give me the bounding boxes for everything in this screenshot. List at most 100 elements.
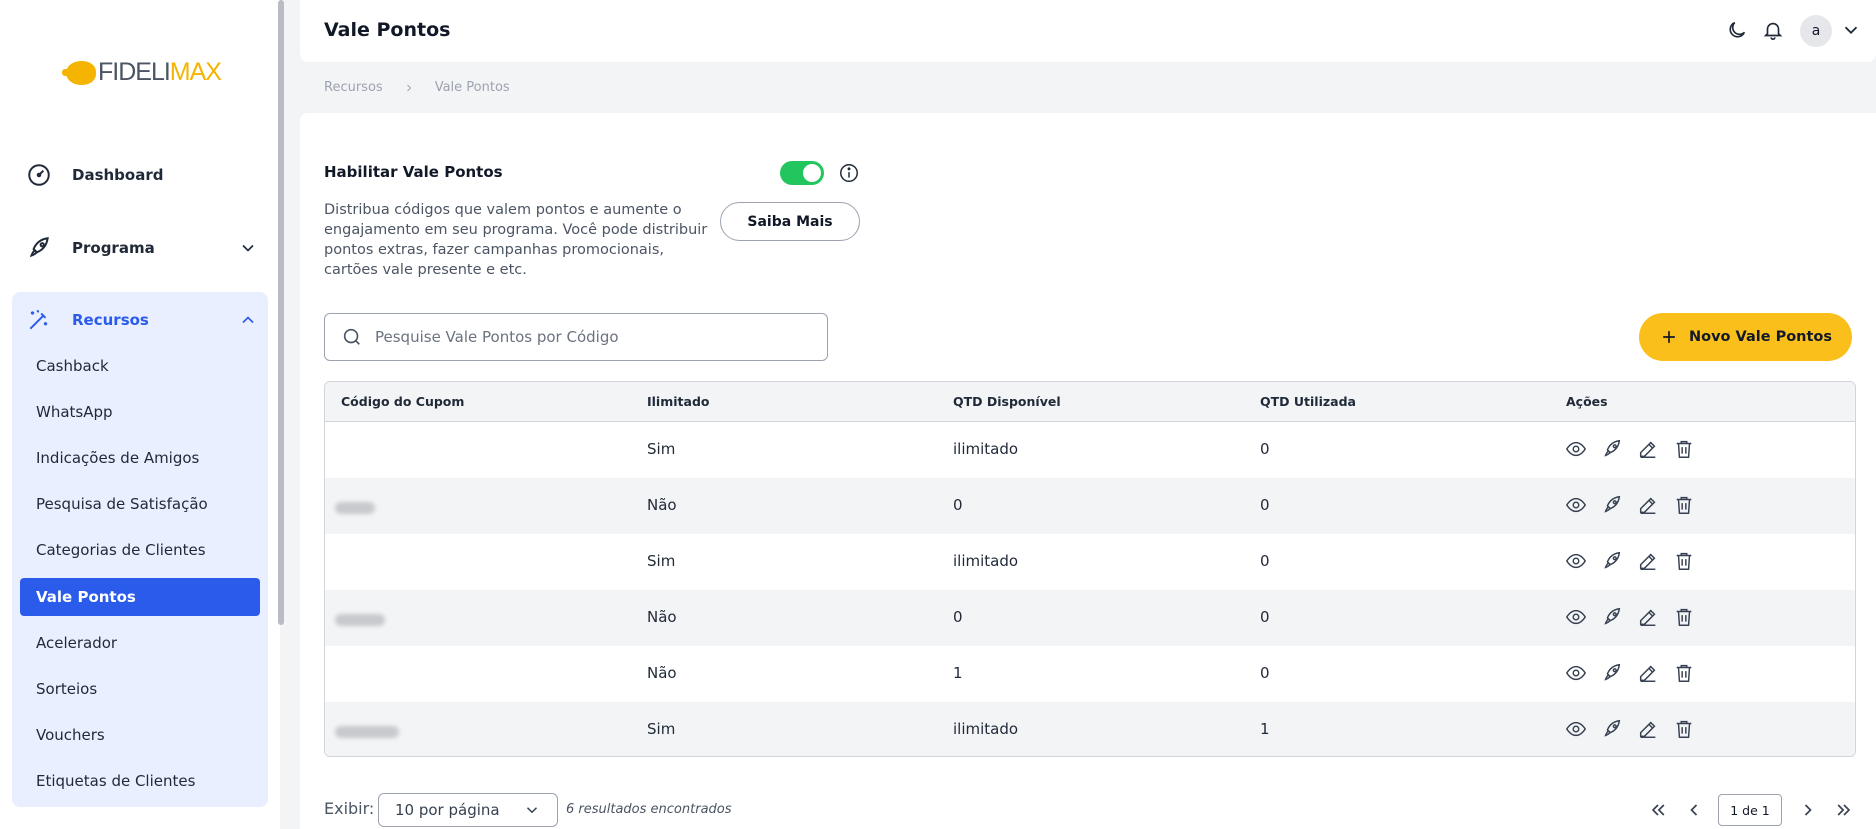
sidebar-item-whatsapp[interactable]: WhatsApp bbox=[36, 403, 113, 421]
column-header-acoes: Ações bbox=[1566, 394, 1608, 409]
column-header-disponivel[interactable]: QTD Disponível bbox=[953, 394, 1061, 409]
cell-utilizada: 0 bbox=[1260, 440, 1270, 458]
row-actions bbox=[1565, 438, 1695, 460]
logo-text-max: MAX bbox=[169, 58, 222, 86]
chevron-down-icon[interactable] bbox=[238, 238, 258, 258]
rocket-icon[interactable] bbox=[1601, 606, 1623, 628]
pencil-icon[interactable] bbox=[1637, 438, 1659, 460]
row-actions bbox=[1565, 718, 1695, 740]
bell-icon[interactable] bbox=[1762, 19, 1784, 41]
table-row: Sim ilimitado 1 bbox=[325, 702, 1855, 756]
table-row: Não 0 0 bbox=[325, 590, 1855, 646]
eye-icon[interactable] bbox=[1565, 550, 1587, 572]
chevron-up-icon[interactable] bbox=[238, 310, 258, 330]
pencil-icon[interactable] bbox=[1637, 494, 1659, 516]
trash-icon[interactable] bbox=[1673, 550, 1695, 572]
cell-ilimitado: Não bbox=[647, 608, 677, 626]
cell-ilimitado: Sim bbox=[647, 440, 676, 458]
search-field[interactable] bbox=[324, 313, 828, 361]
sidebar-item-programa[interactable]: Programa bbox=[26, 235, 155, 261]
chevron-down-icon[interactable] bbox=[1840, 19, 1862, 41]
column-header-codigo[interactable]: Código do Cupom bbox=[341, 394, 464, 409]
search-icon bbox=[343, 328, 360, 345]
enable-toggle[interactable] bbox=[780, 161, 824, 185]
rocket-icon[interactable] bbox=[1601, 494, 1623, 516]
moon-icon[interactable] bbox=[1726, 19, 1748, 41]
novo-button-label: Novo Vale Pontos bbox=[1688, 329, 1833, 345]
trash-icon[interactable] bbox=[1673, 606, 1695, 628]
cell-ilimitado: Sim bbox=[647, 552, 676, 570]
info-icon[interactable] bbox=[838, 162, 860, 184]
page-indicator[interactable]: 1 de 1 bbox=[1718, 794, 1782, 826]
pencil-icon[interactable] bbox=[1637, 662, 1659, 684]
sidebar-item-acelerador[interactable]: Acelerador bbox=[36, 634, 117, 652]
redacted-code bbox=[335, 502, 375, 514]
trash-icon[interactable] bbox=[1673, 494, 1695, 516]
cell-utilizada: 0 bbox=[1260, 664, 1270, 682]
eye-icon[interactable] bbox=[1565, 718, 1587, 740]
eye-icon[interactable] bbox=[1565, 494, 1587, 516]
sidebar-item-cashback[interactable]: Cashback bbox=[36, 357, 109, 375]
enable-label: Habilitar Vale Pontos bbox=[324, 163, 503, 181]
rocket-icon[interactable] bbox=[1601, 550, 1623, 572]
piggy-bank-icon bbox=[62, 60, 96, 85]
cell-disponivel: ilimitado bbox=[953, 552, 1019, 570]
sidebar-item-label: Recursos bbox=[72, 311, 149, 329]
row-actions bbox=[1565, 606, 1695, 628]
row-actions bbox=[1565, 662, 1695, 684]
table-row: Não 1 0 bbox=[325, 646, 1855, 702]
last-page-icon[interactable] bbox=[1834, 800, 1854, 820]
sidebar-scrollbar[interactable] bbox=[278, 0, 284, 625]
first-page-icon[interactable] bbox=[1648, 800, 1668, 820]
sidebar-item-dashboard[interactable]: Dashboard bbox=[26, 162, 163, 188]
sidebar-item-vouchers[interactable]: Vouchers bbox=[36, 726, 105, 744]
column-header-utilizada[interactable]: QTD Utilizada bbox=[1260, 394, 1356, 409]
cell-disponivel: ilimitado bbox=[953, 720, 1019, 738]
top-header: Vale Pontos a bbox=[300, 0, 1876, 62]
sidebar-item-sorteios[interactable]: Sorteios bbox=[36, 680, 97, 698]
table-header: Código do Cupom Ilimitado QTD Disponível… bbox=[325, 382, 1855, 422]
rocket-icon[interactable] bbox=[1601, 718, 1623, 740]
cell-utilizada: 1 bbox=[1260, 720, 1270, 738]
sidebar: FIDELIMAX Dashboard Programa Recursos Ca… bbox=[0, 0, 280, 829]
row-actions bbox=[1565, 550, 1695, 572]
trash-icon[interactable] bbox=[1673, 438, 1695, 460]
sidebar-item-vale-pontos[interactable]: Vale Pontos bbox=[36, 588, 136, 606]
per-page-select[interactable]: 10 por página bbox=[378, 793, 558, 827]
cell-disponivel: 0 bbox=[953, 608, 963, 626]
page-title: Vale Pontos bbox=[324, 19, 451, 41]
column-header-ilimitado[interactable]: Ilimitado bbox=[647, 394, 709, 409]
fidelimax-logo[interactable]: FIDELIMAX bbox=[62, 58, 222, 87]
breadcrumb-root[interactable]: Recursos bbox=[324, 80, 383, 95]
search-input[interactable] bbox=[375, 328, 815, 346]
avatar[interactable]: a bbox=[1800, 15, 1832, 47]
per-page-value: 10 por página bbox=[395, 801, 500, 819]
saiba-mais-button[interactable]: Saiba Mais bbox=[720, 202, 860, 241]
breadcrumb-current: Vale Pontos bbox=[434, 80, 510, 95]
cell-utilizada: 0 bbox=[1260, 552, 1270, 570]
eye-icon[interactable] bbox=[1565, 606, 1587, 628]
sidebar-item-categorias[interactable]: Categorias de Clientes bbox=[36, 541, 206, 559]
logo-text-fideli: FIDELI bbox=[98, 58, 171, 86]
eye-icon[interactable] bbox=[1565, 438, 1587, 460]
trash-icon[interactable] bbox=[1673, 662, 1695, 684]
trash-icon[interactable] bbox=[1673, 718, 1695, 740]
sidebar-item-etiquetas[interactable]: Etiquetas de Clientes bbox=[36, 772, 195, 790]
rocket-icon[interactable] bbox=[1601, 662, 1623, 684]
next-page-icon[interactable] bbox=[1798, 800, 1818, 820]
cell-disponivel: ilimitado bbox=[953, 440, 1019, 458]
novo-vale-pontos-button[interactable]: Novo Vale Pontos bbox=[1639, 313, 1852, 361]
pencil-icon[interactable] bbox=[1637, 718, 1659, 740]
sidebar-item-pesquisa[interactable]: Pesquisa de Satisfação bbox=[36, 495, 208, 513]
rocket-icon[interactable] bbox=[1601, 438, 1623, 460]
sidebar-item-label: Programa bbox=[72, 239, 155, 257]
cell-disponivel: 1 bbox=[953, 664, 963, 682]
previous-page-icon[interactable] bbox=[1684, 800, 1704, 820]
sidebar-item-indicacoes[interactable]: Indicações de Amigos bbox=[36, 449, 199, 467]
chevron-right-icon bbox=[406, 84, 411, 91]
sidebar-item-recursos[interactable]: Recursos bbox=[26, 307, 149, 333]
pencil-icon[interactable] bbox=[1637, 550, 1659, 572]
pencil-icon[interactable] bbox=[1637, 606, 1659, 628]
magic-wand-icon bbox=[29, 310, 48, 330]
eye-icon[interactable] bbox=[1565, 662, 1587, 684]
